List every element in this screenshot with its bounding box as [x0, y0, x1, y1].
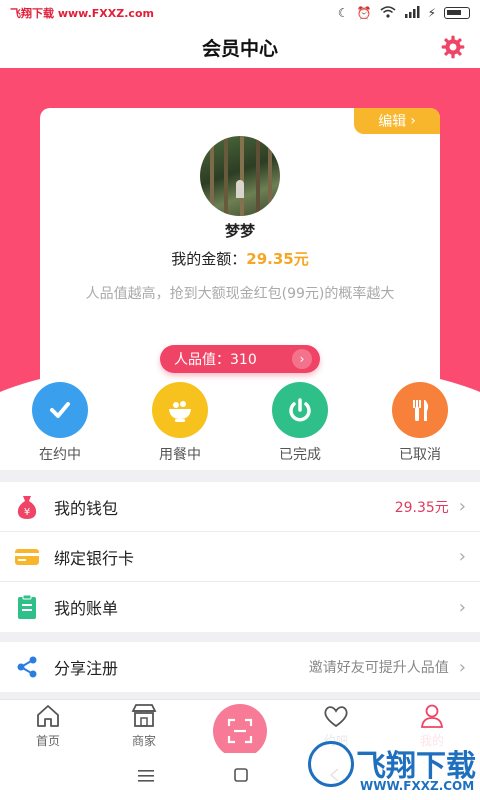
menu-item-share[interactable]: 分享注册 邀请好友可提升人品值 ›	[0, 642, 480, 692]
edit-button[interactable]: 编辑 ›	[354, 108, 440, 134]
tab-label: 首页	[35, 734, 60, 748]
home-icon	[37, 705, 59, 727]
wallet-balance: 29.35元	[394, 499, 449, 516]
status-dining[interactable]: 用餐中	[120, 382, 240, 470]
rp-label: 人品值：310	[174, 352, 257, 368]
fork-knife-icon	[392, 382, 448, 438]
signal-icon	[404, 5, 420, 21]
share-hint: 邀请好友可提升人品值	[308, 660, 449, 676]
battery-icon	[444, 7, 470, 19]
bowl-icon	[152, 382, 208, 438]
menu-label: 我的账单	[54, 599, 119, 618]
settings-gear-icon[interactable]	[440, 34, 466, 60]
chevron-right-icon: ›	[292, 349, 312, 369]
balance-value: 29.35元	[246, 250, 309, 268]
scan-icon	[227, 718, 253, 744]
menu-item-wallet[interactable]: ¥ 我的钱包 29.35元 ›	[0, 482, 480, 532]
status-label: 用餐中	[159, 447, 201, 463]
check-icon	[32, 382, 88, 438]
page-title: 会员中心	[201, 37, 278, 60]
watermark-logo-icon	[308, 741, 354, 787]
status-reserving[interactable]: 在约中	[0, 382, 120, 470]
edit-label: 编辑	[378, 114, 407, 130]
menu-label: 绑定银行卡	[54, 548, 135, 568]
alarm-icon: ⏰	[356, 6, 372, 20]
rp-button[interactable]: 人品值：310 ›	[160, 345, 320, 373]
menu-label: 分享注册	[54, 659, 119, 678]
status-icons: ☾ ⏰ ⚡	[337, 5, 470, 21]
balance-label: 我的金额：	[171, 250, 247, 268]
share-icon	[14, 654, 40, 680]
wifi-icon	[380, 5, 396, 21]
watermark-url: WWW.FXXZ.COM	[360, 779, 475, 793]
heart-icon	[324, 706, 348, 728]
menu-item-bank-card[interactable]: 绑定银行卡 ›	[0, 532, 480, 582]
home-nav-icon[interactable]	[234, 767, 248, 786]
status-label: 已完成	[279, 447, 321, 463]
menu-icon[interactable]	[138, 767, 154, 786]
charging-icon: ⚡	[427, 6, 436, 20]
tab-shop[interactable]: 商家	[96, 700, 192, 753]
status-completed[interactable]: 已完成	[240, 382, 360, 470]
menu-label: 我的钱包	[54, 498, 119, 518]
power-icon	[272, 382, 328, 438]
status-label: 已取消	[399, 447, 441, 463]
wallet-menu: ¥ 我的钱包 29.35元 › 绑定银行卡 › 我的账单 ›	[0, 482, 480, 632]
nickname: 梦梦	[224, 222, 255, 240]
status-cancelled[interactable]: 已取消	[360, 382, 480, 470]
status-bar: 飞翔下载 www.FXXZ.com ☾ ⏰ ⚡	[0, 0, 480, 26]
top-watermark: 飞翔下载 www.FXXZ.com	[10, 7, 154, 20]
chevron-right-icon: ›	[458, 546, 466, 567]
balance-line: 我的金额：29.35元	[40, 248, 440, 269]
rp-hint: 人品值越高，抢到大额现金红包(99元)的概率越大	[85, 286, 395, 302]
money-bag-icon: ¥	[14, 494, 40, 520]
download-site-watermark: 飞翔下载 WWW.FXXZ.COM	[300, 735, 480, 797]
avatar[interactable]	[200, 136, 280, 216]
moon-icon: ☾	[337, 6, 349, 20]
shop-icon	[131, 704, 157, 727]
chevron-right-icon: ›	[410, 113, 416, 129]
share-menu: 分享注册 邀请好友可提升人品值 ›	[0, 642, 480, 692]
chevron-right-icon: ›	[458, 596, 466, 618]
tab-label: 商家	[131, 734, 156, 748]
menu-item-bill[interactable]: 我的账单 ›	[0, 582, 480, 632]
header: 会员中心	[0, 26, 480, 68]
scan-button[interactable]	[213, 704, 267, 758]
person-icon	[420, 704, 444, 728]
bill-icon	[14, 594, 40, 620]
status-label: 在约中	[39, 447, 81, 463]
chevron-right-icon: ›	[458, 656, 466, 678]
tab-home[interactable]: 首页	[0, 700, 96, 753]
chevron-right-icon: ›	[458, 496, 466, 517]
bank-card-icon	[14, 544, 40, 570]
svg-text:¥: ¥	[24, 507, 30, 518]
order-status-row: 在约中 用餐中 已完成 已取消	[0, 382, 480, 470]
